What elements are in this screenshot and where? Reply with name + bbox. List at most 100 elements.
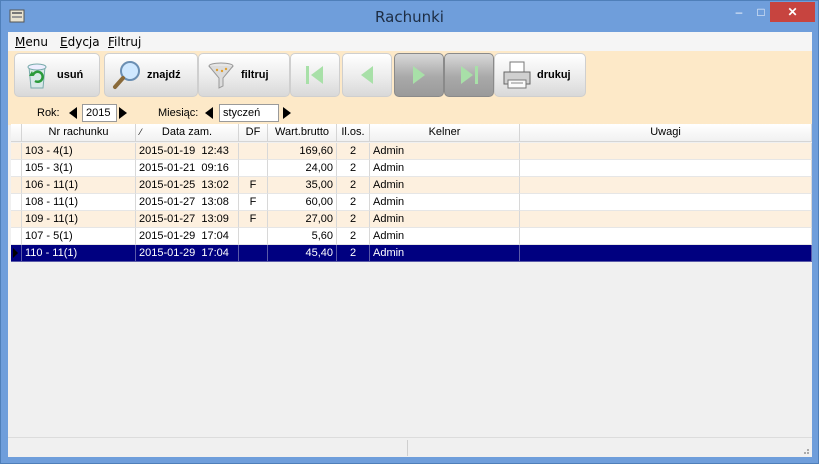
cell-kelner: Admin <box>370 245 520 262</box>
cell-il-os: 2 <box>337 245 370 262</box>
cell-uwagi <box>520 245 812 262</box>
table-row[interactable]: 110 - 11(1) 2015-01-29 17:04 45,40 2 Admin <box>11 245 812 262</box>
cell-nr-rachunku: 106 - 11(1) <box>22 177 136 194</box>
period-selectors: Rok: 2015 Miesiąc: styczeń <box>8 103 812 123</box>
filter-label: filtruj <box>241 69 269 81</box>
header-data-zam[interactable]: ⁄ Data zam. <box>136 124 239 142</box>
header-il-os[interactable]: Il.os. <box>337 124 370 142</box>
cell-wart-brutto: 169,60 <box>268 143 337 160</box>
row-indicator-cell <box>11 143 22 160</box>
cell-nr-rachunku: 105 - 3(1) <box>22 160 136 177</box>
cell-il-os: 2 <box>337 143 370 160</box>
year-prev-arrow-icon[interactable] <box>69 107 77 119</box>
print-button[interactable]: drukuj <box>494 53 586 97</box>
magnifier-icon <box>113 61 140 89</box>
menu-item-menu[interactable]: Menu <box>15 35 48 49</box>
header-uwagi[interactable]: Uwagi <box>520 124 812 142</box>
cell-uwagi <box>520 143 812 160</box>
delete-button[interactable]: usuń <box>14 53 100 97</box>
header-nr-rachunku[interactable]: Nr rachunku <box>22 124 136 142</box>
cell-nr-rachunku: 108 - 11(1) <box>22 194 136 211</box>
month-field[interactable]: styczeń <box>219 104 279 122</box>
menu-item-filtruj[interactable]: Filtruj <box>108 35 141 49</box>
current-row-arrow-icon <box>13 248 18 258</box>
table-row[interactable]: 105 - 3(1) 2015-01-21 09:16 24,00 2 Admin <box>11 160 812 177</box>
header-kelner[interactable]: Kelner <box>370 124 520 142</box>
first-record-button[interactable] <box>290 53 340 97</box>
month-prev-arrow-icon[interactable] <box>205 107 213 119</box>
cell-kelner: Admin <box>370 228 520 245</box>
cell-df <box>239 228 268 245</box>
toolbar: usuń znajdź filtruj drukuj Rok: 2015 Mie… <box>8 51 812 125</box>
month-next-arrow-icon[interactable] <box>283 107 291 119</box>
cell-df <box>239 160 268 177</box>
header-df[interactable]: DF <box>239 124 268 142</box>
delete-label: usuń <box>57 69 84 81</box>
funnel-icon <box>208 62 234 89</box>
cell-data-zam: 2015-01-27 13:08 <box>136 194 239 211</box>
cell-il-os: 2 <box>337 211 370 228</box>
cell-data-zam: 2015-01-19 12:43 <box>136 143 239 160</box>
find-label: znajdź <box>147 69 181 81</box>
cell-uwagi <box>520 177 812 194</box>
menu-item-edycja[interactable]: Edycja <box>60 35 100 49</box>
table-row[interactable]: 109 - 11(1) 2015-01-27 13:09 F 27,00 2 Admin <box>11 211 812 228</box>
maximize-button[interactable]: □ <box>753 2 769 22</box>
cell-uwagi <box>520 194 812 211</box>
cell-il-os: 2 <box>337 177 370 194</box>
header-wart-brutto[interactable]: Wart.brutto <box>268 124 337 142</box>
receipts-table[interactable]: Nr rachunku ⁄ Data zam. DF Wart.brutto I… <box>11 124 812 436</box>
status-bar <box>8 437 812 457</box>
next-record-button[interactable] <box>394 53 444 97</box>
client-area: Menu Edycja Filtruj usuń znajdź filtruj … <box>8 32 812 457</box>
printer-icon <box>503 61 531 89</box>
year-next-arrow-icon[interactable] <box>119 107 127 119</box>
cell-nr-rachunku: 109 - 11(1) <box>22 211 136 228</box>
header-data-zam-label: Data zam. <box>161 126 213 138</box>
previous-record-button[interactable] <box>342 53 392 97</box>
next-record-icon <box>413 66 425 84</box>
cell-df: F <box>239 194 268 211</box>
cell-kelner: Admin <box>370 194 520 211</box>
cell-kelner: Admin <box>370 160 520 177</box>
cell-data-zam: 2015-01-27 13:09 <box>136 211 239 228</box>
row-indicator-cell <box>11 228 22 245</box>
cell-il-os: 2 <box>337 194 370 211</box>
table-row[interactable]: 107 - 5(1) 2015-01-29 17:04 5,60 2 Admin <box>11 228 812 245</box>
menu-bar: Menu Edycja Filtruj <box>8 32 812 51</box>
table-row[interactable]: 106 - 11(1) 2015-01-25 13:02 F 35,00 2 Admin <box>11 177 812 194</box>
find-button[interactable]: znajdź <box>104 53 198 97</box>
month-label: Miesiąc: <box>158 107 199 119</box>
table-row[interactable]: 103 - 4(1) 2015-01-19 12:43 169,60 2 Admin <box>11 143 812 160</box>
cell-kelner: Admin <box>370 177 520 194</box>
filter-button[interactable]: filtruj <box>198 53 290 97</box>
resize-grip-icon[interactable] <box>800 445 810 455</box>
year-field[interactable]: 2015 <box>82 104 117 122</box>
cell-wart-brutto: 35,00 <box>268 177 337 194</box>
cell-nr-rachunku: 103 - 4(1) <box>22 143 136 160</box>
title-bar[interactable]: Rachunki ‒ □ ✕ <box>1 1 818 32</box>
cell-uwagi <box>520 211 812 228</box>
cell-data-zam: 2015-01-29 17:04 <box>136 245 239 262</box>
cell-kelner: Admin <box>370 143 520 160</box>
cell-il-os: 2 <box>337 228 370 245</box>
cell-nr-rachunku: 110 - 11(1) <box>22 245 136 262</box>
cell-wart-brutto: 24,00 <box>268 160 337 177</box>
table-row[interactable]: 108 - 11(1) 2015-01-27 13:08 F 60,00 2 Admin <box>11 194 812 211</box>
cell-data-zam: 2015-01-25 13:02 <box>136 177 239 194</box>
last-record-button[interactable] <box>444 53 494 97</box>
cell-wart-brutto: 45,40 <box>268 245 337 262</box>
print-label: drukuj <box>537 69 571 81</box>
row-indicator-cell <box>11 194 22 211</box>
minimize-button[interactable]: ‒ <box>725 2 753 22</box>
close-button[interactable]: ✕ <box>770 2 815 22</box>
cell-df: F <box>239 177 268 194</box>
header-indicator-cell <box>11 124 22 142</box>
app-window: Rachunki ‒ □ ✕ Menu Edycja Filtruj usuń <box>0 0 819 464</box>
cell-wart-brutto: 60,00 <box>268 194 337 211</box>
cell-il-os: 2 <box>337 160 370 177</box>
recycle-bin-icon <box>27 63 47 89</box>
cell-data-zam: 2015-01-21 09:16 <box>136 160 239 177</box>
cell-uwagi <box>520 228 812 245</box>
row-indicator-cell <box>11 245 22 262</box>
